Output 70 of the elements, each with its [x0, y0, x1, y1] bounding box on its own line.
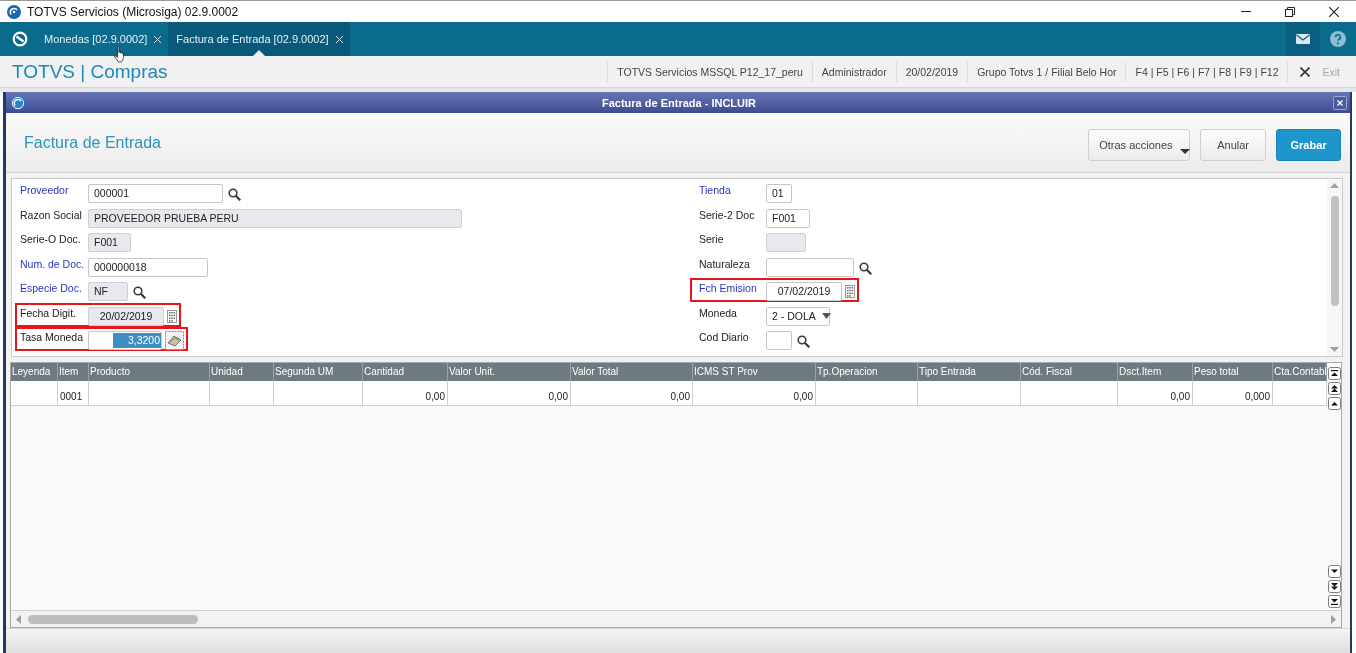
double-down-arrow-icon[interactable] [1327, 580, 1341, 593]
table-cell: 0,00 [693, 381, 816, 406]
field-label: Num. de Doc. [20, 257, 86, 271]
search-icon[interactable] [859, 261, 872, 275]
close-icon[interactable] [1329, 6, 1339, 17]
input-field[interactable]: F001 [766, 208, 810, 228]
app-icon [11, 95, 25, 110]
calendar-icon[interactable] [845, 285, 855, 298]
input-field[interactable]: 000001 [88, 184, 223, 203]
search-icon[interactable] [228, 188, 241, 201]
input-field[interactable]: 3,3200 [88, 331, 162, 350]
input-field[interactable]: 07/02/2019 [766, 282, 842, 301]
table-cell: 0,00 [571, 381, 693, 406]
action-button[interactable]: Grabar [1276, 128, 1341, 161]
caret-icon [821, 313, 831, 319]
input-field[interactable]: 01 [766, 184, 792, 203]
action-button[interactable]: Anular [1200, 128, 1266, 161]
status-text: F4 | F5 | F6 | F7 | F8 | F9 | F12 [1125, 61, 1288, 82]
table-row[interactable]: 0001 0,00 0,00 0,00 0,00 0,00 0,000 [11, 381, 1327, 406]
app-icon [7, 4, 21, 19]
tile-icon[interactable] [165, 331, 184, 350]
field-label: Tasa Moneda [20, 331, 85, 344]
field-label: Serie-O Doc. [20, 233, 82, 246]
window-title: TOTVS Servicios (Microsiga) 02.9.0002 [27, 4, 239, 19]
input-field[interactable] [766, 257, 854, 277]
table-cell: 0,00 [448, 381, 571, 406]
app-title: TOTVS | Compras [12, 60, 168, 83]
select-field[interactable]: 2 - DOLA [766, 306, 830, 326]
search-icon[interactable] [797, 335, 810, 348]
field-label: Tienda [699, 184, 732, 197]
tab[interactable]: Factura de Entrada [02.9.0002] [168, 22, 350, 56]
field-label: Moneda [699, 306, 738, 320]
field-label: Serie [699, 233, 725, 246]
status-text: TOTVS Servicios MSSQL P12_17_peru [607, 61, 812, 82]
table-cell: 0001 [58, 381, 89, 406]
hand-cursor-icon [113, 46, 125, 63]
status-text: Grupo Totvs 1 / Filial Belo Hor [967, 61, 1126, 82]
restore-icon[interactable] [1285, 6, 1295, 17]
close-icon[interactable] [1333, 95, 1347, 110]
field-label: Especie Doc. [20, 282, 83, 295]
double-up-arrow-icon[interactable] [1327, 382, 1341, 395]
close-icon [1300, 66, 1311, 77]
tab[interactable]: Monedas [02.9.0002] [36, 22, 169, 56]
status-text: 20/02/2019 [895, 61, 968, 82]
help-icon[interactable] [1330, 31, 1346, 47]
menu-button[interactable]: Otras acciones [1088, 128, 1191, 161]
dialog-title: Factura de Entrada - INCLUIR [601, 96, 757, 109]
arrow-to-top-icon[interactable] [1327, 367, 1341, 380]
mail-button[interactable] [1286, 22, 1320, 56]
field-label: Fecha Digit. [20, 306, 78, 320]
table-cell: 0,00 [1118, 381, 1193, 406]
field-label: Fch Emision [699, 282, 758, 295]
field-label: Cod Diario [699, 331, 750, 344]
field-label: Naturaleza [699, 257, 751, 271]
scrollbar-thumb[interactable] [1330, 196, 1339, 306]
envelope-icon [1296, 34, 1310, 44]
status-text: Administrador [811, 61, 896, 82]
table-cell: 0,000 [1193, 381, 1273, 406]
page-heading: Factura de Entrada [24, 133, 161, 152]
field-label: Razon Social [20, 208, 83, 222]
field-label: Proveedor [20, 184, 70, 197]
selected-text: 3,3200 [112, 333, 161, 348]
arrow-to-bottom-icon[interactable] [1327, 595, 1341, 608]
input-field[interactable] [766, 331, 792, 350]
ring-icon[interactable] [12, 31, 28, 47]
field-label: Serie-2 Doc [699, 208, 756, 222]
scrollbar-thumb[interactable] [28, 614, 198, 624]
caret-icon [1179, 148, 1190, 154]
input-field[interactable]: 000000018 [88, 257, 208, 277]
table-cell: 0,00 [363, 381, 448, 406]
